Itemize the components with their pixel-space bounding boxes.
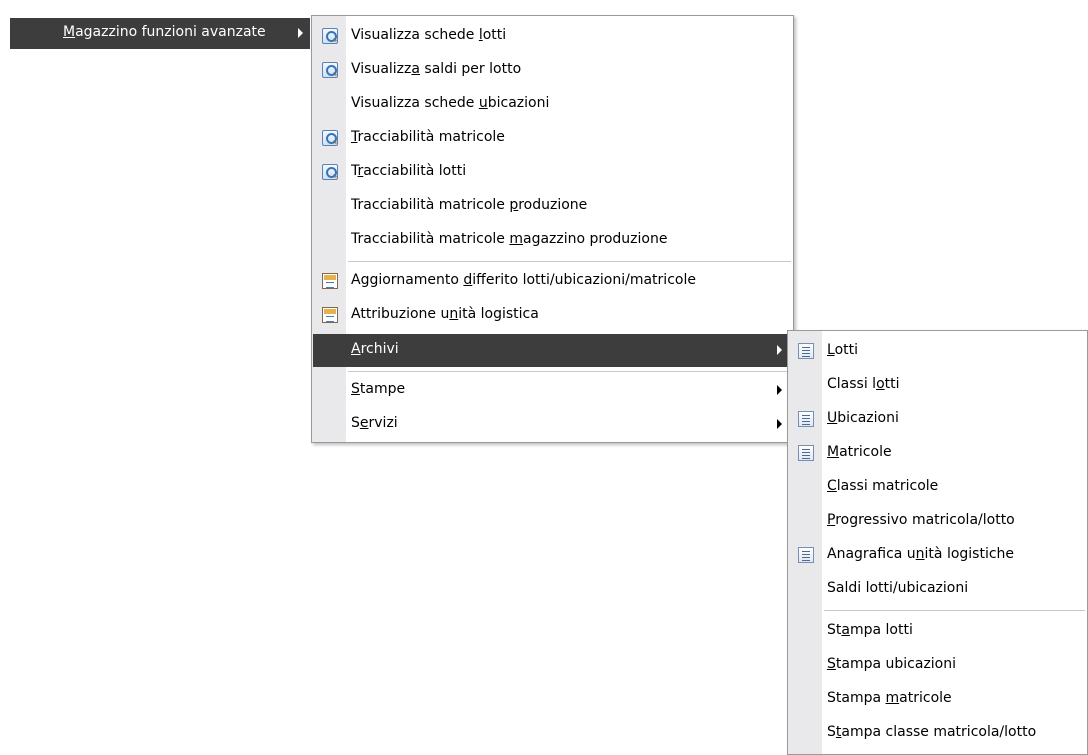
menu-item-tracciabilita-matricole-magazzino-produzione[interactable]: Tracciabilità matricole magazzino produz… (313, 224, 792, 257)
menu-item-label: Stampa lotti (827, 622, 913, 638)
submenu-archivi: Lotti Classi lotti Ubicazioni Matricole … (787, 330, 1088, 755)
menu-item-matricole[interactable]: Matricole (789, 437, 1086, 470)
menu-item-label: Lotti (827, 342, 858, 358)
menu-item-label: Visualizza saldi per lotto (351, 61, 522, 77)
chevron-right-icon (777, 385, 782, 395)
menu-item-classi-lotti[interactable]: Classi lotti (789, 369, 1086, 402)
menu-item-stampa-matricole[interactable]: Stampa matricole (789, 683, 1086, 716)
menu-item-label: Stampe (351, 381, 406, 397)
menu-item-label: Ubicazioni (827, 410, 899, 426)
menu-item-label: Stampa matricole (827, 690, 952, 706)
menu-item-stampa-ubicazioni[interactable]: Stampa ubicazioni (789, 649, 1086, 682)
menu-separator (824, 610, 1085, 611)
menu-item-tracciabilita-matricole-produzione[interactable]: Tracciabilità matricole produzione (313, 190, 792, 223)
view-search-icon (322, 130, 338, 146)
list-icon (798, 343, 814, 359)
list-icon (798, 445, 814, 461)
view-search-icon (322, 164, 338, 180)
submenu-magazzino-funzioni-avanzate: Visualizza schede lotti Visualizza saldi… (311, 15, 794, 443)
menu-item-label: Matricole (827, 444, 892, 460)
menu-item-magazzino-funzioni-avanzate[interactable]: Magazzino funzioni avanzate (10, 18, 310, 49)
menu-item-label: Anagrafica unità logistiche (827, 546, 1015, 562)
menu-separator (348, 261, 791, 262)
menu-item-label: Tracciabilità lotti (351, 163, 467, 179)
menu-item-aggiornamento-differito[interactable]: Aggiornamento differito lotti/ubicazioni… (313, 265, 792, 298)
menu-item-saldi-lotti-ubicazioni[interactable]: Saldi lotti/ubicazioni (789, 573, 1086, 606)
menu-item-label: Attribuzione unità logistica (351, 306, 539, 322)
document-icon (322, 307, 338, 323)
menu-item-visualizza-schede-lotti[interactable]: Visualizza schede lotti (313, 20, 792, 53)
menu-item-label: Progressivo matricola/lotto (827, 512, 1015, 528)
menu-item-servizi[interactable]: Servizi (313, 408, 792, 441)
document-icon (322, 273, 338, 289)
menu-item-ubicazioni[interactable]: Ubicazioni (789, 403, 1086, 436)
menu-item-label: Stampa classe matricola/lotto (827, 724, 1037, 740)
chevron-right-icon (777, 419, 782, 429)
menu-item-label: Servizi (351, 415, 398, 431)
view-search-icon (322, 62, 338, 78)
menu-item-visualizza-schede-ubicazioni[interactable]: Visualizza schede ubicazioni (313, 88, 792, 121)
menu-item-stampa-classe-matricola-lotto[interactable]: Stampa classe matricola/lotto (789, 717, 1086, 750)
menu-item-label: Stampa ubicazioni (827, 656, 957, 672)
menu-item-classi-matricole[interactable]: Classi matricole (789, 471, 1086, 504)
view-search-icon (322, 28, 338, 44)
menu-separator (348, 371, 791, 372)
menu-item-lotti[interactable]: Lotti (789, 335, 1086, 368)
menu-item-label: Tracciabilità matricole produzione (351, 197, 588, 213)
list-icon (798, 411, 814, 427)
menu-item-label: Visualizza schede lotti (351, 27, 507, 43)
chevron-right-icon (298, 28, 303, 38)
menu-item-attribuzione-unita-logistica[interactable]: Attribuzione unità logistica (313, 299, 792, 332)
menu-item-archivi[interactable]: Archivi (313, 334, 792, 367)
menu-item-anagrafica-unita-logistiche[interactable]: Anagrafica unità logistiche (789, 539, 1086, 572)
menu-item-label: Saldi lotti/ubicazioni (827, 580, 969, 596)
menu-item-label: Tracciabilità matricole magazzino produz… (351, 231, 668, 247)
chevron-right-icon (777, 345, 782, 355)
menu-item-label: Magazzino funzioni avanzate (63, 24, 266, 40)
menu-item-label: Classi lotti (827, 376, 900, 392)
menu-item-tracciabilita-matricole[interactable]: Tracciabilità matricole (313, 122, 792, 155)
menu-item-label: Classi matricole (827, 478, 939, 494)
menu-item-stampe[interactable]: Stampe (313, 374, 792, 407)
menu-item-label: Tracciabilità matricole (351, 129, 505, 145)
menu-item-label: Aggiornamento differito lotti/ubicazioni… (351, 272, 696, 288)
menu-item-tracciabilita-lotti[interactable]: Tracciabilità lotti (313, 156, 792, 189)
menu-item-visualizza-saldi-per-lotto[interactable]: Visualizza saldi per lotto (313, 54, 792, 87)
menu-item-stampa-lotti[interactable]: Stampa lotti (789, 615, 1086, 648)
list-icon (798, 547, 814, 563)
menu-item-label: Archivi (351, 341, 399, 357)
menu-item-label: Visualizza schede ubicazioni (351, 95, 550, 111)
menu-item-progressivo-matricola-lotto[interactable]: Progressivo matricola/lotto (789, 505, 1086, 538)
